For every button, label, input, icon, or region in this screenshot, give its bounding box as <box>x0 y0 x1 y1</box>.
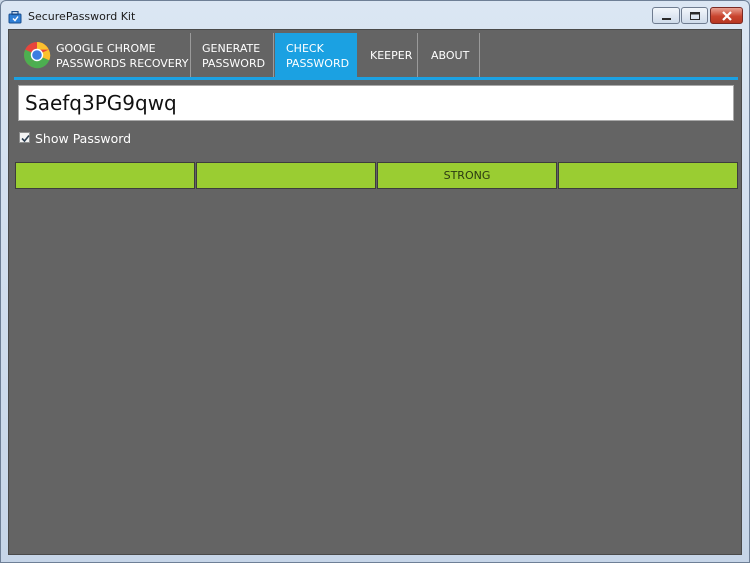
password-input[interactable] <box>18 85 734 121</box>
tab-label: KEEPER <box>370 49 413 62</box>
close-button[interactable] <box>710 7 743 24</box>
strength-segment <box>15 162 195 189</box>
strength-segment-label: STRONG <box>377 162 557 189</box>
app-window: SecurePassword Kit GOOGLE CHROME PASSWOR… <box>0 0 750 563</box>
maximize-button[interactable] <box>681 7 708 24</box>
tab-keeper[interactable]: KEEPER <box>358 33 418 78</box>
close-icon <box>722 11 732 21</box>
tab-label: CHECK PASSWORD <box>286 42 350 70</box>
app-icon <box>8 9 22 24</box>
title-bar[interactable]: SecurePassword Kit <box>1 1 749 29</box>
chrome-logo-icon <box>23 41 51 69</box>
show-password-checkbox[interactable] <box>19 132 30 143</box>
tab-label: GENERATE PASSWORD <box>202 42 266 70</box>
strength-meter: STRONG <box>15 162 738 189</box>
window-title: SecurePassword Kit <box>28 10 136 23</box>
maximize-icon <box>690 12 700 20</box>
checkmark-icon <box>21 134 30 143</box>
strength-segment <box>196 162 376 189</box>
tab-about[interactable]: ABOUT <box>419 33 480 78</box>
main-panel: GOOGLE CHROME PASSWORDS RECOVERY GENERAT… <box>8 29 742 555</box>
tab-label: GOOGLE CHROME PASSWORDS RECOVERY <box>56 42 189 70</box>
show-password-label: Show Password <box>35 131 132 146</box>
tab-generate-password[interactable]: GENERATE PASSWORD <box>191 33 274 78</box>
minimize-icon <box>662 18 671 20</box>
tab-chrome-passwords-recovery[interactable]: GOOGLE CHROME PASSWORDS RECOVERY <box>14 33 191 78</box>
strength-segment <box>558 162 738 189</box>
tab-check-password[interactable]: CHECK PASSWORD <box>275 33 357 78</box>
tab-underline <box>14 77 738 80</box>
minimize-button[interactable] <box>652 7 680 24</box>
tab-label: ABOUT <box>431 49 470 62</box>
